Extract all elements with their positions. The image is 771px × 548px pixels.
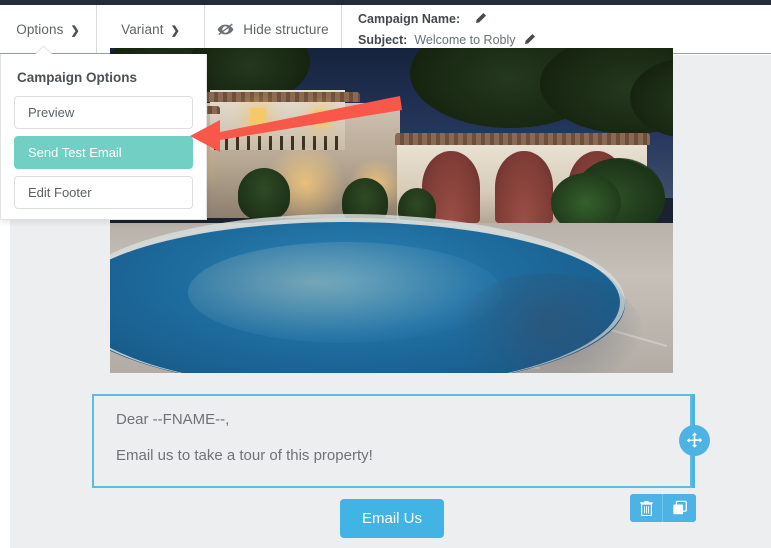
menu-item-edit-footer[interactable]: Edit Footer	[14, 176, 193, 209]
pencil-icon[interactable]	[523, 33, 536, 46]
duplicate-icon	[672, 500, 687, 515]
subject-value: Welcome to Robly	[414, 32, 516, 47]
campaign-name-label: Campaign Name:	[358, 11, 461, 26]
email-us-button[interactable]: Email Us	[340, 499, 444, 538]
campaign-name-row: Campaign Name:	[358, 12, 771, 26]
pencil-icon[interactable]	[474, 12, 487, 25]
hide-structure-label: Hide structure	[243, 21, 329, 37]
menu-item-send-test-email[interactable]: Send Test Email	[14, 136, 193, 169]
chevron-down-icon: ❯	[70, 24, 80, 37]
dropdown-title: Campaign Options	[17, 70, 138, 85]
variant-menu-button[interactable]: Variant ❯	[97, 5, 205, 53]
text-line-body: Email us to take a tour of this property…	[116, 447, 373, 464]
text-block[interactable]: Dear --FNAME--, Email us to take a tour …	[92, 394, 692, 488]
text-line-greeting: Dear --FNAME--,	[116, 411, 230, 428]
variant-menu-label: Variant	[121, 21, 164, 37]
eye-slash-icon	[217, 23, 234, 36]
delete-block-button[interactable]	[630, 494, 663, 522]
block-move-handle[interactable]	[679, 425, 710, 456]
subject-label: Subject:	[358, 32, 408, 47]
move-arrows-icon	[686, 432, 703, 448]
options-menu-label: Options	[16, 21, 64, 37]
block-toolbar	[630, 494, 696, 522]
dropdown-notch	[36, 46, 52, 54]
hide-structure-button[interactable]: Hide structure	[205, 5, 342, 53]
campaign-editor-app: Options ❯ Variant ❯ Hide structure Campa…	[0, 0, 771, 548]
campaign-options-dropdown: Campaign Options Preview Send Test Email…	[0, 54, 207, 220]
campaign-meta: Campaign Name: Subject: Welcome to Robly	[342, 5, 771, 53]
editor-toolbar: Options ❯ Variant ❯ Hide structure Campa…	[0, 5, 771, 54]
menu-item-preview[interactable]: Preview	[14, 96, 193, 129]
duplicate-block-button[interactable]	[663, 494, 696, 522]
trash-icon	[639, 500, 653, 516]
chevron-down-icon: ❯	[170, 24, 180, 37]
subject-row: Subject: Welcome to Robly	[358, 33, 771, 47]
